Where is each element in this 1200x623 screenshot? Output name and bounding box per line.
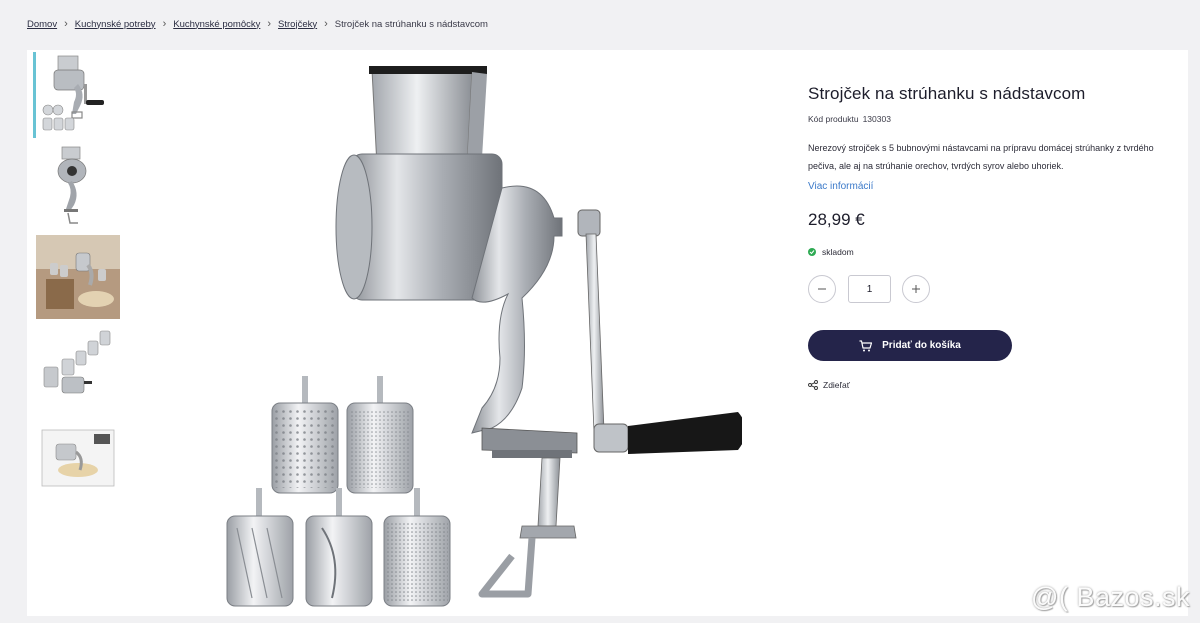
add-to-cart-label: Pridať do košíka: [882, 340, 961, 351]
chevron-right-icon: ›: [162, 18, 167, 30]
product-description: Nerezový strojček s 5 bubnovými nástavca…: [808, 143, 1154, 171]
thumbnail-grinder-with-drums[interactable]: [33, 52, 123, 138]
quantity-stepper: [808, 275, 1168, 303]
cart-icon: [859, 339, 873, 352]
breadcrumb-link-kitchen-tools[interactable]: Kuchynské pomôcky: [173, 19, 260, 30]
check-circle-icon: [808, 248, 816, 256]
main-product-image[interactable]: [182, 58, 746, 608]
product-info: Strojček na strúhanku s nádstavcom Kód p…: [808, 84, 1168, 390]
bazos-watermark: @( Bazos.sk: [1031, 582, 1190, 612]
thumbnail-drum-attachments[interactable]: [33, 325, 123, 411]
stock-status: skladom: [808, 247, 1168, 257]
drum-2: [346, 376, 414, 494]
chevron-right-icon: ›: [324, 18, 328, 30]
product-code-value: 130303: [862, 114, 891, 124]
thumbnail-grinder-lifestyle-photo[interactable]: [33, 234, 123, 320]
quantity-increase-button[interactable]: [902, 275, 930, 303]
grinder-illustration: [226, 66, 746, 607]
thumbnail-product-box[interactable]: [33, 416, 123, 502]
drum-4: [305, 488, 373, 607]
more-info-link[interactable]: Viac informácií: [808, 181, 873, 192]
plus-icon: [912, 285, 920, 293]
chevron-right-icon: ›: [267, 18, 272, 30]
quantity-input[interactable]: [848, 275, 891, 303]
breadcrumb: Domov › Kuchynské potreby › Kuchynské po…: [27, 17, 488, 31]
share-button[interactable]: Zdieľať: [808, 380, 1168, 390]
quantity-decrease-button[interactable]: [808, 275, 836, 303]
breadcrumb-link-machines[interactable]: Strojčeky: [278, 19, 317, 30]
add-to-cart-button[interactable]: Pridať do košíka: [808, 330, 1012, 361]
drum-5: [383, 488, 451, 607]
chevron-right-icon: ›: [64, 18, 68, 30]
stock-status-label: skladom: [822, 247, 854, 257]
drum-3: [226, 488, 294, 607]
thumbnail-grinder-side-view[interactable]: [33, 143, 123, 229]
breadcrumb-link-kitchen-supplies[interactable]: Kuchynské potreby: [75, 19, 156, 30]
product-price: 28,99 €: [808, 210, 865, 229]
share-icon: [808, 380, 818, 390]
product-code: Kód produktu 130303: [808, 114, 1168, 124]
share-label: Zdieľať: [823, 380, 850, 390]
breadcrumb-link-home[interactable]: Domov: [27, 19, 57, 30]
drum-1: [271, 376, 339, 494]
product-card: Strojček na strúhanku s nádstavcom Kód p…: [27, 50, 1188, 616]
product-title: Strojček na strúhanku s nádstavcom: [808, 84, 1086, 103]
minus-icon: [818, 288, 826, 290]
product-code-label: Kód produktu: [808, 114, 859, 124]
thumbnail-gallery: [33, 52, 129, 507]
breadcrumb-current: Strojček na strúhanku s nádstavcom: [334, 18, 488, 30]
